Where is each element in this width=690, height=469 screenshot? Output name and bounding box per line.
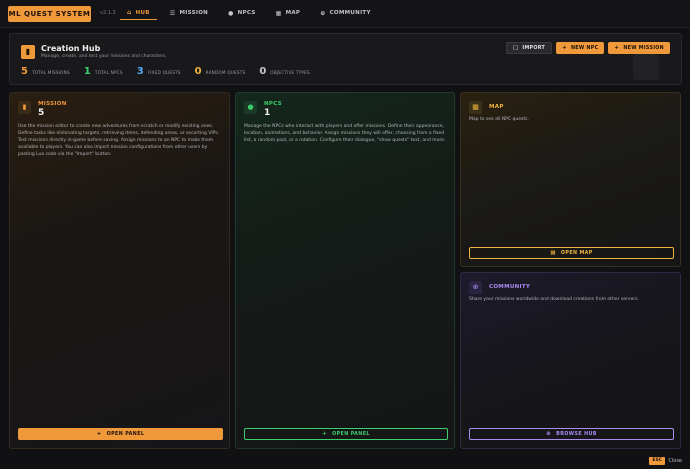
tab-hub[interactable]: ⌂ HUB — [120, 6, 157, 20]
app-logo: ML QUEST SYSTEM — [8, 6, 91, 22]
top-bar: ML QUEST SYSTEM v2.1.3 ⌂ HUB ☰ MISSION ●… — [0, 0, 690, 28]
stat-total-npcs: 1 TOTAL NPCS — [84, 66, 123, 77]
bottom-bar: ESC Close — [0, 454, 690, 469]
map-icon: ▦ — [275, 9, 282, 17]
new-npc-label: NEW NPC — [570, 45, 599, 51]
plus-icon: + — [614, 45, 620, 51]
globe-icon: ⊕ — [546, 431, 552, 437]
creation-hub-header: ▮ Creation Hub Manage, create, and test … — [9, 33, 682, 85]
open-map-button[interactable]: ▦ OPEN MAP — [469, 247, 674, 259]
clipboard-icon: □ — [512, 45, 519, 51]
tab-npcs-label: NPCS — [237, 10, 256, 16]
version-label: v2.1.3 — [100, 10, 116, 16]
hero-actions: □ IMPORT + NEW NPC + NEW MISSION — [502, 42, 670, 54]
stat-value: 3 — [136, 66, 144, 77]
tab-mission-label: MISSION — [179, 10, 209, 16]
users-icon: ● — [244, 101, 257, 114]
esc-key-badge[interactable]: ESC — [649, 457, 665, 465]
stat-value: 1 — [83, 66, 91, 77]
plus-icon: + — [562, 45, 567, 51]
tab-community[interactable]: ⊕ COMMUNITY — [313, 6, 378, 20]
community-panel: ⊕ COMMUNITY Share your missions worldwid… — [460, 272, 681, 449]
map-panel: ▦ MAP Map to see all NPC quests. ▦ OPEN … — [460, 92, 681, 267]
npcs-panel: ● NPCS 1 Manage the NPCs who interact wi… — [235, 92, 455, 449]
close-label[interactable]: Close — [668, 458, 682, 464]
tab-map-label: MAP — [285, 10, 301, 16]
list-icon: ☰ — [169, 9, 176, 17]
mission-description: Use the mission editor to create new adv… — [18, 124, 220, 157]
mission-icon: ▮ — [18, 101, 31, 114]
open-map-label: OPEN MAP — [560, 250, 593, 256]
stat-label: RANDOM QUESTS — [205, 70, 246, 75]
map-icon: ▦ — [550, 250, 556, 256]
add-user-icon: + — [322, 431, 328, 437]
new-npc-button[interactable]: + NEW NPC — [556, 42, 605, 54]
stat-label: OBJECTIVE TYPES — [270, 70, 310, 75]
globe-icon: ⊕ — [320, 9, 326, 17]
stat-label: FIXED QUESTS — [147, 70, 181, 75]
map-description: Map to see all NPC quests. — [469, 117, 529, 122]
plus-icon: + — [96, 431, 102, 437]
npcs-panel-label: NPCS — [264, 101, 282, 107]
stat-label: TOTAL MISSIONS — [31, 70, 70, 75]
stat-value: 0 — [259, 66, 267, 77]
stat-objective-types: 0 OBJECTIVE TYPES — [259, 66, 310, 77]
page-title: Creation Hub — [41, 44, 101, 53]
mission-panel: ▮ MISSION 5 Use the mission editor to cr… — [9, 92, 230, 449]
map-icon: ▦ — [469, 101, 482, 114]
globe-icon: ⊕ — [469, 281, 482, 294]
new-mission-label: NEW MISSION — [623, 45, 664, 51]
mission-open-panel-button[interactable]: + OPEN PANEL — [18, 428, 223, 440]
browse-hub-label: BROWSE HUB — [556, 431, 597, 437]
map-panel-label: MAP — [489, 104, 504, 110]
mission-open-panel-label: OPEN PANEL — [106, 431, 145, 437]
npcs-description: Manage the NPCs who interact with player… — [244, 124, 446, 143]
tab-hub-label: HUB — [135, 9, 150, 16]
stat-total-missions: 5 TOTAL MISSIONS — [21, 66, 70, 77]
home-icon: ⌂ — [127, 9, 132, 16]
import-button[interactable]: □ IMPORT — [505, 42, 553, 54]
stats-row: 5 TOTAL MISSIONS 1 TOTAL NPCS 3 FIXED QU… — [21, 66, 324, 77]
stat-fixed-quests: 3 FIXED QUESTS — [137, 66, 181, 77]
npcs-open-panel-label: OPEN PANEL — [332, 431, 370, 437]
tab-map[interactable]: ▦ MAP — [269, 6, 308, 20]
new-mission-button[interactable]: + NEW MISSION — [608, 42, 670, 54]
main-nav: ⌂ HUB ☰ MISSION ● NPCS ▦ MAP ⊕ COMMUNITY — [120, 6, 384, 22]
hub-watermark-icon — [633, 54, 659, 80]
stat-value: 5 — [21, 66, 28, 77]
stat-label: TOTAL NPCS — [94, 70, 123, 75]
mission-count: 5 — [38, 108, 45, 118]
browse-hub-button[interactable]: ⊕ BROWSE HUB — [469, 428, 674, 440]
tab-community-label: COMMUNITY — [329, 10, 371, 16]
tab-npcs[interactable]: ● NPCS — [221, 6, 262, 20]
mission-panel-label: MISSION — [38, 101, 67, 107]
community-panel-label: COMMUNITY — [489, 284, 531, 290]
person-icon: ● — [228, 9, 234, 17]
import-label: IMPORT — [522, 45, 546, 51]
stat-value: 0 — [194, 66, 202, 77]
hub-icon: ▮ — [21, 45, 35, 59]
npcs-open-panel-button[interactable]: + OPEN PANEL — [244, 428, 448, 440]
stat-random-quests: 0 RANDOM QUESTS — [195, 66, 246, 77]
community-description: Share your missions worldwide and downlo… — [469, 297, 639, 302]
tab-mission[interactable]: ☰ MISSION — [163, 6, 215, 20]
npcs-count: 1 — [264, 108, 271, 118]
page-subtitle: Manage, create, and test your missions a… — [41, 54, 167, 59]
quest-system-window: ML QUEST SYSTEM v2.1.3 ⌂ HUB ☰ MISSION ●… — [0, 0, 690, 469]
